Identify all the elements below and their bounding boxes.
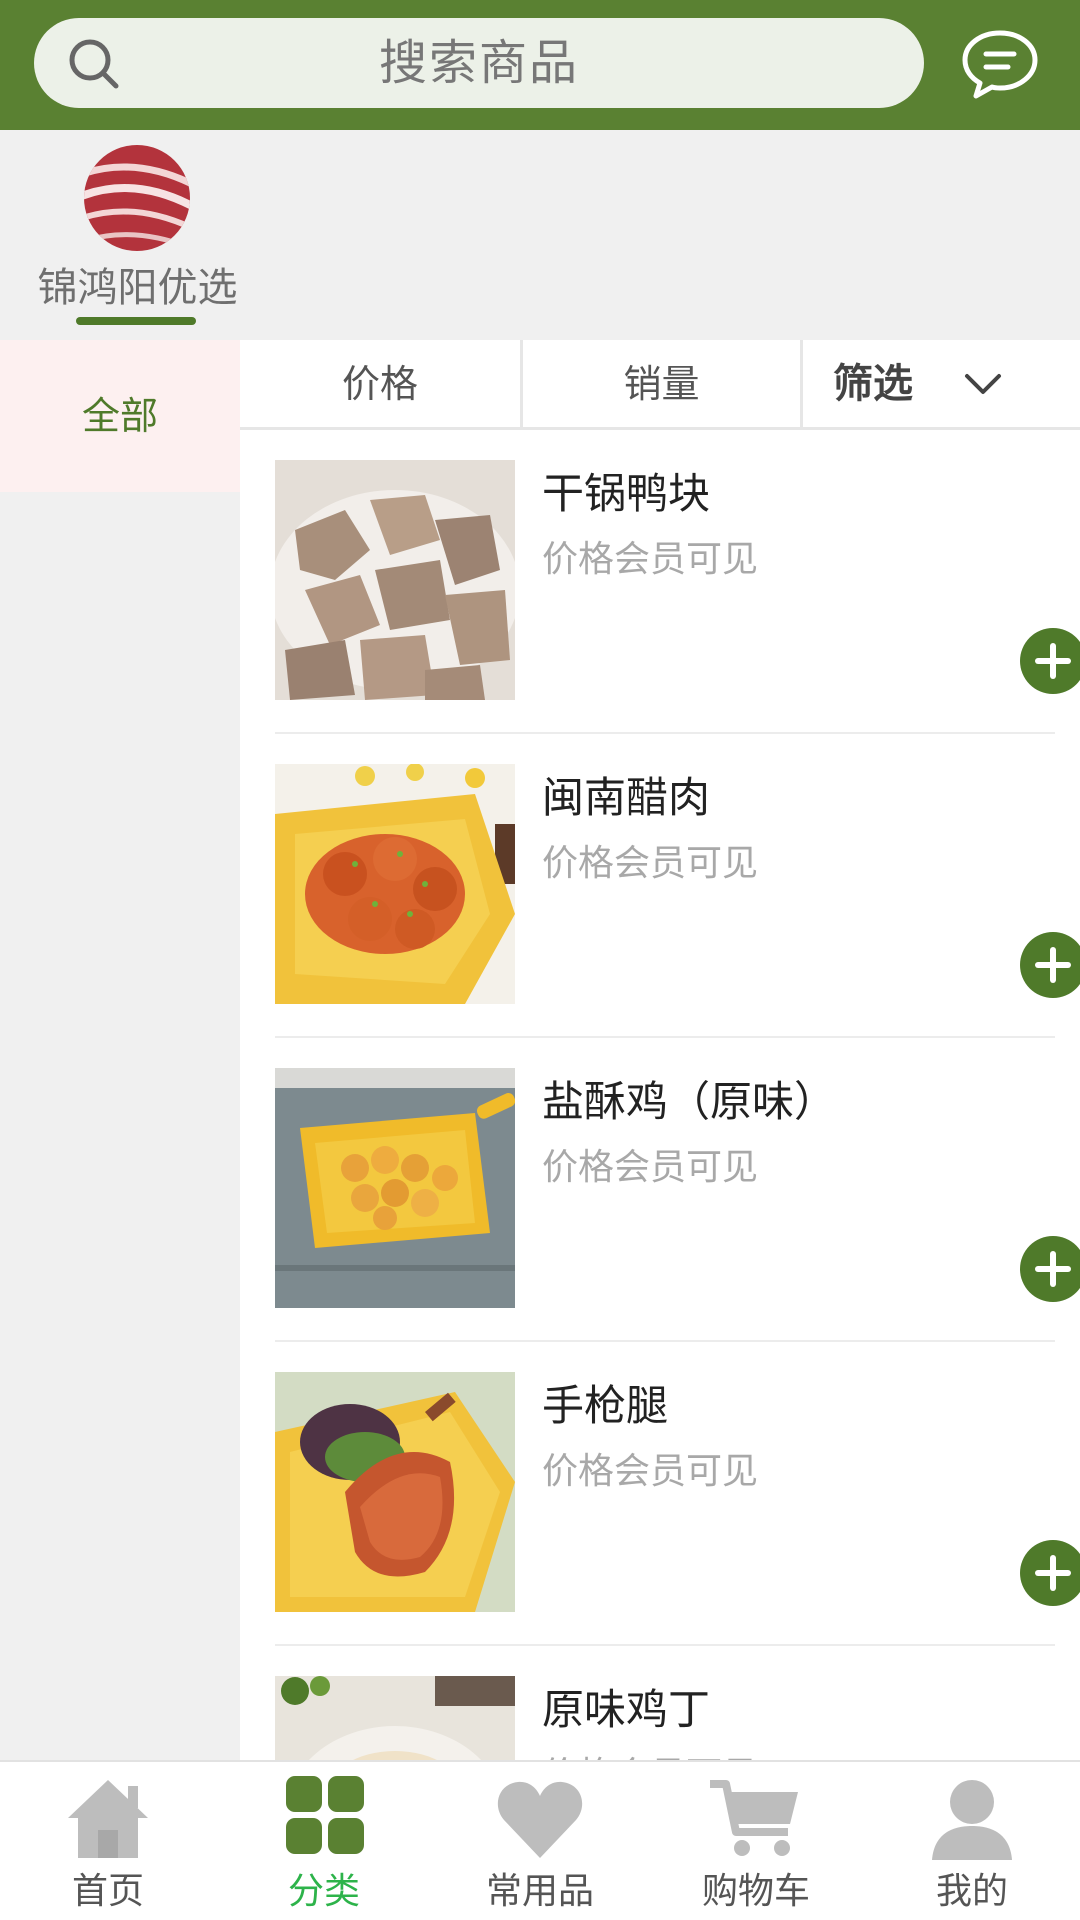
add-to-cart-button[interactable] [1020,932,1080,998]
store-selected-indicator [76,317,196,325]
plus-icon [1035,1555,1071,1591]
category-sidebar: 全部 [0,340,240,1760]
product-item[interactable]: 干锅鸭块 价格会员可见 [275,430,1080,734]
category-item-all[interactable]: 全部 [0,340,240,492]
nav-category-label: 分类 [287,1871,360,1912]
filter-label: 筛选 [833,361,913,407]
nav-profile-label: 我的 [935,1871,1008,1912]
grid-icon [286,1776,364,1854]
store-name[interactable]: 锦鸿阳优选 [20,255,255,313]
product-image[interactable] [275,1372,515,1612]
product-price: 价格会员可见 [542,843,759,884]
product-name[interactable]: 盐酥鸡（原味） [542,1068,836,1129]
product-price: 价格会员可见 [542,1147,759,1188]
product-name[interactable]: 手枪腿 [542,1372,668,1433]
product-price: 价格会员可见 [542,1746,758,1760]
product-item[interactable]: 盐酥鸡（原味） 价格会员可见 [275,1038,1080,1342]
product-name[interactable]: 原味鸡丁 [542,1676,710,1737]
chat-icon[interactable] [960,28,1040,100]
plus-icon [1035,643,1071,679]
nav-favorites[interactable]: 常用品 [432,1762,648,1920]
cart-icon [710,1780,798,1856]
heart-icon [497,1781,583,1858]
product-list: 干锅鸭块 价格会员可见 闽南醋肉 价格会员可见 盐酥鸡（原味） 价格会员可见 手… [240,430,1080,1760]
product-item[interactable]: 手枪腿 价格会员可见 [275,1342,1080,1646]
product-image[interactable] [275,1676,515,1760]
bottom-navigation: 首页 分类 常用品 购物车 我的 [0,1760,1080,1920]
home-icon [68,1780,148,1858]
nav-category[interactable]: 分类 [216,1762,432,1920]
product-price: 价格会员可见 [542,1451,759,1492]
nav-favorites-label: 常用品 [485,1871,594,1912]
nav-cart[interactable]: 购物车 [648,1762,864,1920]
product-item[interactable]: 原味鸡丁 价格会员可见 [275,1646,1055,1760]
search-placeholder[interactable]: 搜索商品 [34,18,924,108]
product-item[interactable]: 闽南醋肉 价格会员可见 [275,734,1080,1038]
top-bar: 搜索商品 [0,0,1080,130]
store-selector: 锦鸿阳优选 [0,130,1080,340]
nav-profile[interactable]: 我的 [864,1762,1080,1920]
nav-home[interactable]: 首页 [0,1762,216,1920]
add-to-cart-button[interactable] [1020,628,1080,694]
product-image[interactable] [275,1068,515,1308]
store-avatar[interactable] [84,145,190,251]
sort-bar: 价格 销量 筛选 [240,340,1080,430]
product-image[interactable] [275,460,515,700]
product-name[interactable]: 干锅鸭块 [542,460,710,521]
plus-icon [1035,947,1071,983]
product-name[interactable]: 闽南醋肉 [542,764,710,825]
product-price: 价格会员可见 [542,539,759,580]
nav-cart-label: 购物车 [701,1871,810,1912]
filter-tab[interactable]: 筛选 [803,340,1080,428]
sort-by-price-tab[interactable]: 价格 [240,340,520,428]
sort-by-sales-tab[interactable]: 销量 [523,340,800,428]
search-bar[interactable]: 搜索商品 [34,18,924,108]
plus-icon [1035,1251,1071,1287]
nav-home-label: 首页 [71,1871,144,1912]
add-to-cart-button[interactable] [1020,1236,1080,1302]
product-image[interactable] [275,764,515,1004]
chevron-down-icon [965,374,1001,394]
user-icon [932,1780,1012,1860]
add-to-cart-button[interactable] [1020,1540,1080,1606]
